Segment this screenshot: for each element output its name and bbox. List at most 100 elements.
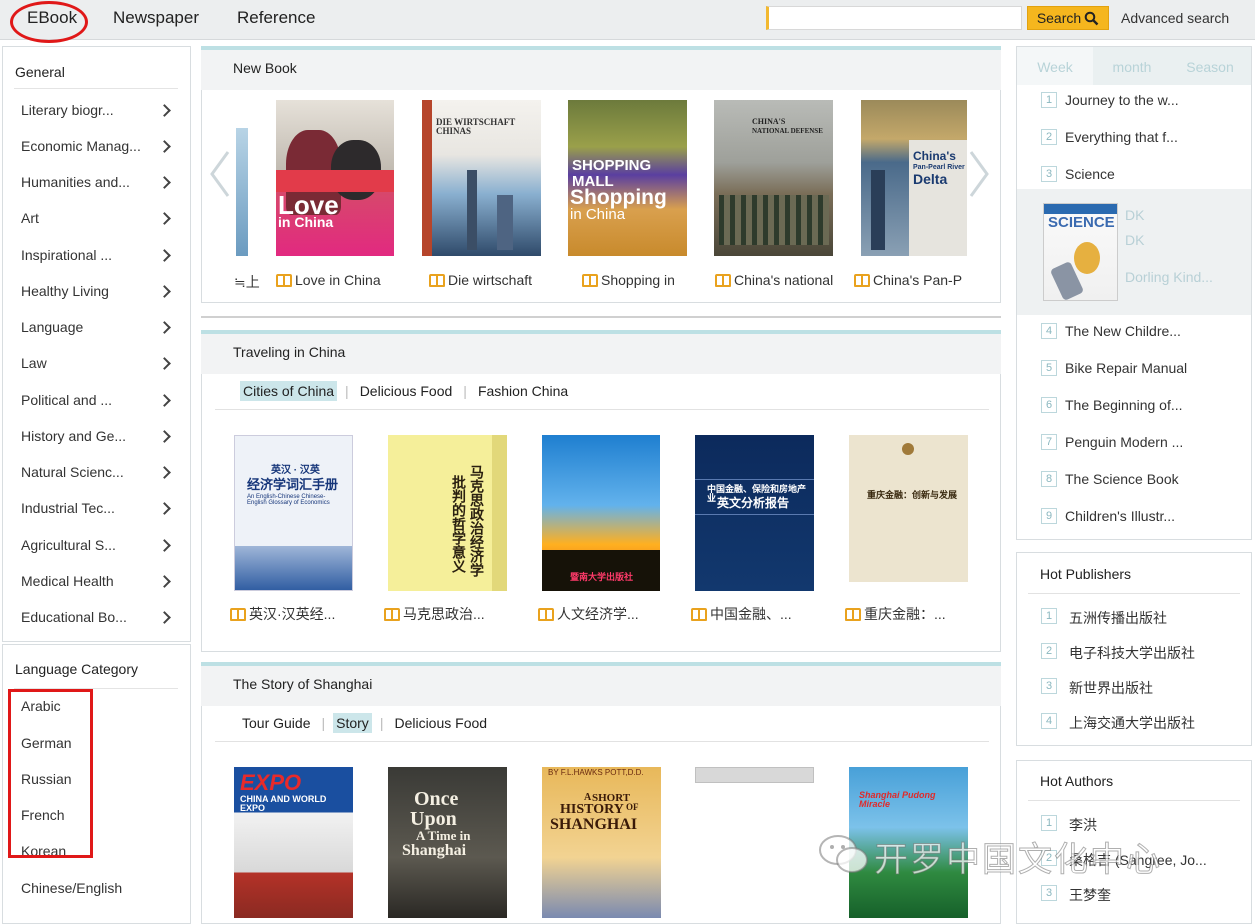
language-category-title: Language Category	[15, 661, 138, 677]
book-title-link[interactable]: 马克思政治...	[384, 604, 485, 624]
ranking-item[interactable]: Journey to the w...	[1065, 92, 1179, 108]
book-cover[interactable]: BY F.L.HAWKS POTT,D.D. A SHORT HISTORY O…	[542, 767, 661, 918]
category-item[interactable]: Agricultural S...	[21, 537, 116, 553]
category-item[interactable]: Art	[21, 210, 39, 226]
rank-number: 3	[1041, 678, 1057, 694]
advanced-search-link[interactable]: Advanced search	[1121, 10, 1229, 26]
cover-text: SHOPPING MALL	[572, 157, 652, 190]
category-item[interactable]: Literary biogr...	[21, 102, 114, 118]
publisher-item[interactable]: 新世界出版社	[1069, 678, 1153, 698]
publisher-item[interactable]: 上海交通大学出版社	[1069, 713, 1195, 733]
hot-publishers-title: Hot Publishers	[1040, 566, 1132, 582]
category-item[interactable]: Natural Scienc...	[21, 464, 124, 480]
category-item[interactable]: Educational Bo...	[21, 609, 127, 625]
tab-fashion-china[interactable]: Fashion China	[475, 381, 571, 401]
search-button[interactable]: Search	[1027, 6, 1109, 30]
ranking-item[interactable]: Bike Repair Manual	[1065, 360, 1187, 376]
search-input[interactable]	[766, 6, 1022, 30]
book-cover[interactable]: 暨南大学出版社	[542, 435, 660, 591]
ranking-item[interactable]: Everything that f...	[1065, 129, 1178, 145]
book-cover[interactable]: Once Upon A Time in Shanghai	[388, 767, 507, 918]
publisher-item[interactable]: 五洲传播出版社	[1069, 608, 1167, 628]
book-cover[interactable]: SHOPPING MALL Shopping in China	[568, 100, 687, 256]
book-cover[interactable]	[236, 128, 248, 256]
tab-month[interactable]: month	[1093, 47, 1171, 85]
book-icon	[715, 273, 731, 287]
nav-reference[interactable]: Reference	[237, 8, 315, 28]
book-cover[interactable]: 重庆金融：创新与发展	[849, 435, 968, 582]
book-title-link[interactable]: 中国金融、...	[691, 604, 792, 624]
tab-week[interactable]: Week	[1017, 47, 1093, 85]
category-item[interactable]: Medical Health	[21, 573, 114, 589]
tab-tour-guide[interactable]: Tour Guide	[239, 713, 313, 733]
cover-egg	[1074, 242, 1100, 274]
tab-season[interactable]: Season	[1171, 47, 1249, 85]
book-cover[interactable]: 马克思政治经济学 批判的哲学意义	[388, 435, 507, 591]
book-icon	[230, 607, 246, 621]
category-item[interactable]: Healthy Living	[21, 283, 109, 299]
ranking-item[interactable]: The Beginning of...	[1065, 397, 1183, 413]
book-title-link[interactable]: Love in China	[276, 272, 381, 288]
tab-separator: |	[463, 383, 467, 399]
rank-number: 8	[1041, 471, 1057, 487]
book-cover[interactable]: DIE WIRTSCHAFT CHINAS	[422, 100, 541, 256]
publisher-item[interactable]: 电子科技大学出版社	[1069, 643, 1195, 663]
category-item[interactable]: Inspirational ...	[21, 247, 112, 263]
book-icon	[691, 607, 707, 621]
cover-text: SCIENCE	[1048, 214, 1115, 231]
cover-text: 经济学词汇手册	[247, 477, 339, 492]
category-item[interactable]: Economic Manag...	[21, 138, 141, 154]
ranking-item[interactable]: Penguin Modern ...	[1065, 434, 1183, 450]
cover-band	[1044, 204, 1117, 214]
cover-text: A Time in	[416, 828, 471, 843]
book-cover[interactable]: Love in China	[276, 100, 394, 256]
carousel-prev-icon[interactable]	[208, 150, 232, 198]
ranking-item[interactable]: Children's Illustr...	[1065, 508, 1175, 524]
carousel-next-icon[interactable]	[967, 150, 991, 198]
category-item[interactable]: Law	[21, 355, 47, 371]
tab-delicious-food[interactable]: Delicious Food	[357, 381, 456, 401]
ranking-item[interactable]: The New Childre...	[1065, 323, 1181, 339]
rank-number: 5	[1041, 360, 1057, 376]
book-title: Shopping in	[601, 272, 675, 288]
cover-text: SHANGHAI	[550, 816, 638, 833]
cover-text: 英汉 · 汉英	[271, 465, 320, 476]
author-item[interactable]: 王梦奎	[1069, 885, 1111, 905]
book-title-link[interactable]: China's national	[715, 272, 833, 288]
book-cover[interactable]: 英汉 · 汉英 经济学词汇手册 An English-Chinese Chine…	[234, 435, 353, 591]
book-title-link[interactable]: Shopping in	[582, 272, 675, 288]
ranking-item[interactable]: The Science Book	[1065, 471, 1179, 487]
new-book-title: New Book	[233, 60, 297, 76]
ranking-item[interactable]: Science	[1065, 166, 1115, 182]
category-item[interactable]: Humanities and...	[21, 174, 130, 190]
book-title[interactable]: ≒上	[234, 272, 260, 292]
cover-soldiers	[719, 195, 829, 245]
book-title-link[interactable]: Die wirtschaft	[429, 272, 532, 288]
tab-story[interactable]: Story	[333, 713, 372, 733]
cover-text: 马克思政治经济学	[469, 465, 485, 577]
nav-newspaper[interactable]: Newspaper	[113, 8, 199, 28]
book-title: China's national	[734, 272, 834, 288]
category-item[interactable]: Language	[21, 319, 83, 335]
book-cover[interactable]	[695, 767, 814, 783]
cover-text: 批判的哲学意义	[451, 475, 467, 573]
book-title-link[interactable]: 人文经济学...	[538, 604, 639, 624]
book-title-link[interactable]: 重庆金融：...	[845, 604, 946, 624]
cover-text: CHINA'S	[752, 117, 786, 126]
tab-cities-of-china[interactable]: Cities of China	[240, 381, 338, 401]
category-item[interactable]: Industrial Tec...	[21, 500, 115, 516]
book-cover[interactable]: CHINA'S NATIONAL DEFENSE	[714, 100, 833, 256]
tab-delicious-food[interactable]: Delicious Food	[391, 713, 490, 733]
cover-text: Shanghai Pudong Miracle	[859, 790, 936, 810]
category-item[interactable]: History and Ge...	[21, 428, 126, 444]
book-title-link[interactable]: 英汉·汉英经...	[230, 604, 335, 624]
book-cover[interactable]: SCIENCE	[1043, 203, 1118, 301]
book-cover[interactable]: EXPO CHINA AND WORLD EXPO	[234, 767, 353, 918]
book-title-link[interactable]: China's Pan-P	[854, 272, 968, 288]
book-cover[interactable]: China's Pan-Pearl River Delta	[861, 100, 967, 256]
book-cover[interactable]: 中国金融、保险和房地产业 英文分析报告	[695, 435, 814, 591]
rank-number: 4	[1041, 323, 1057, 339]
rank-number: 1	[1041, 92, 1057, 108]
language-chinese-english[interactable]: Chinese/English	[21, 880, 122, 896]
category-item[interactable]: Political and ...	[21, 392, 112, 408]
